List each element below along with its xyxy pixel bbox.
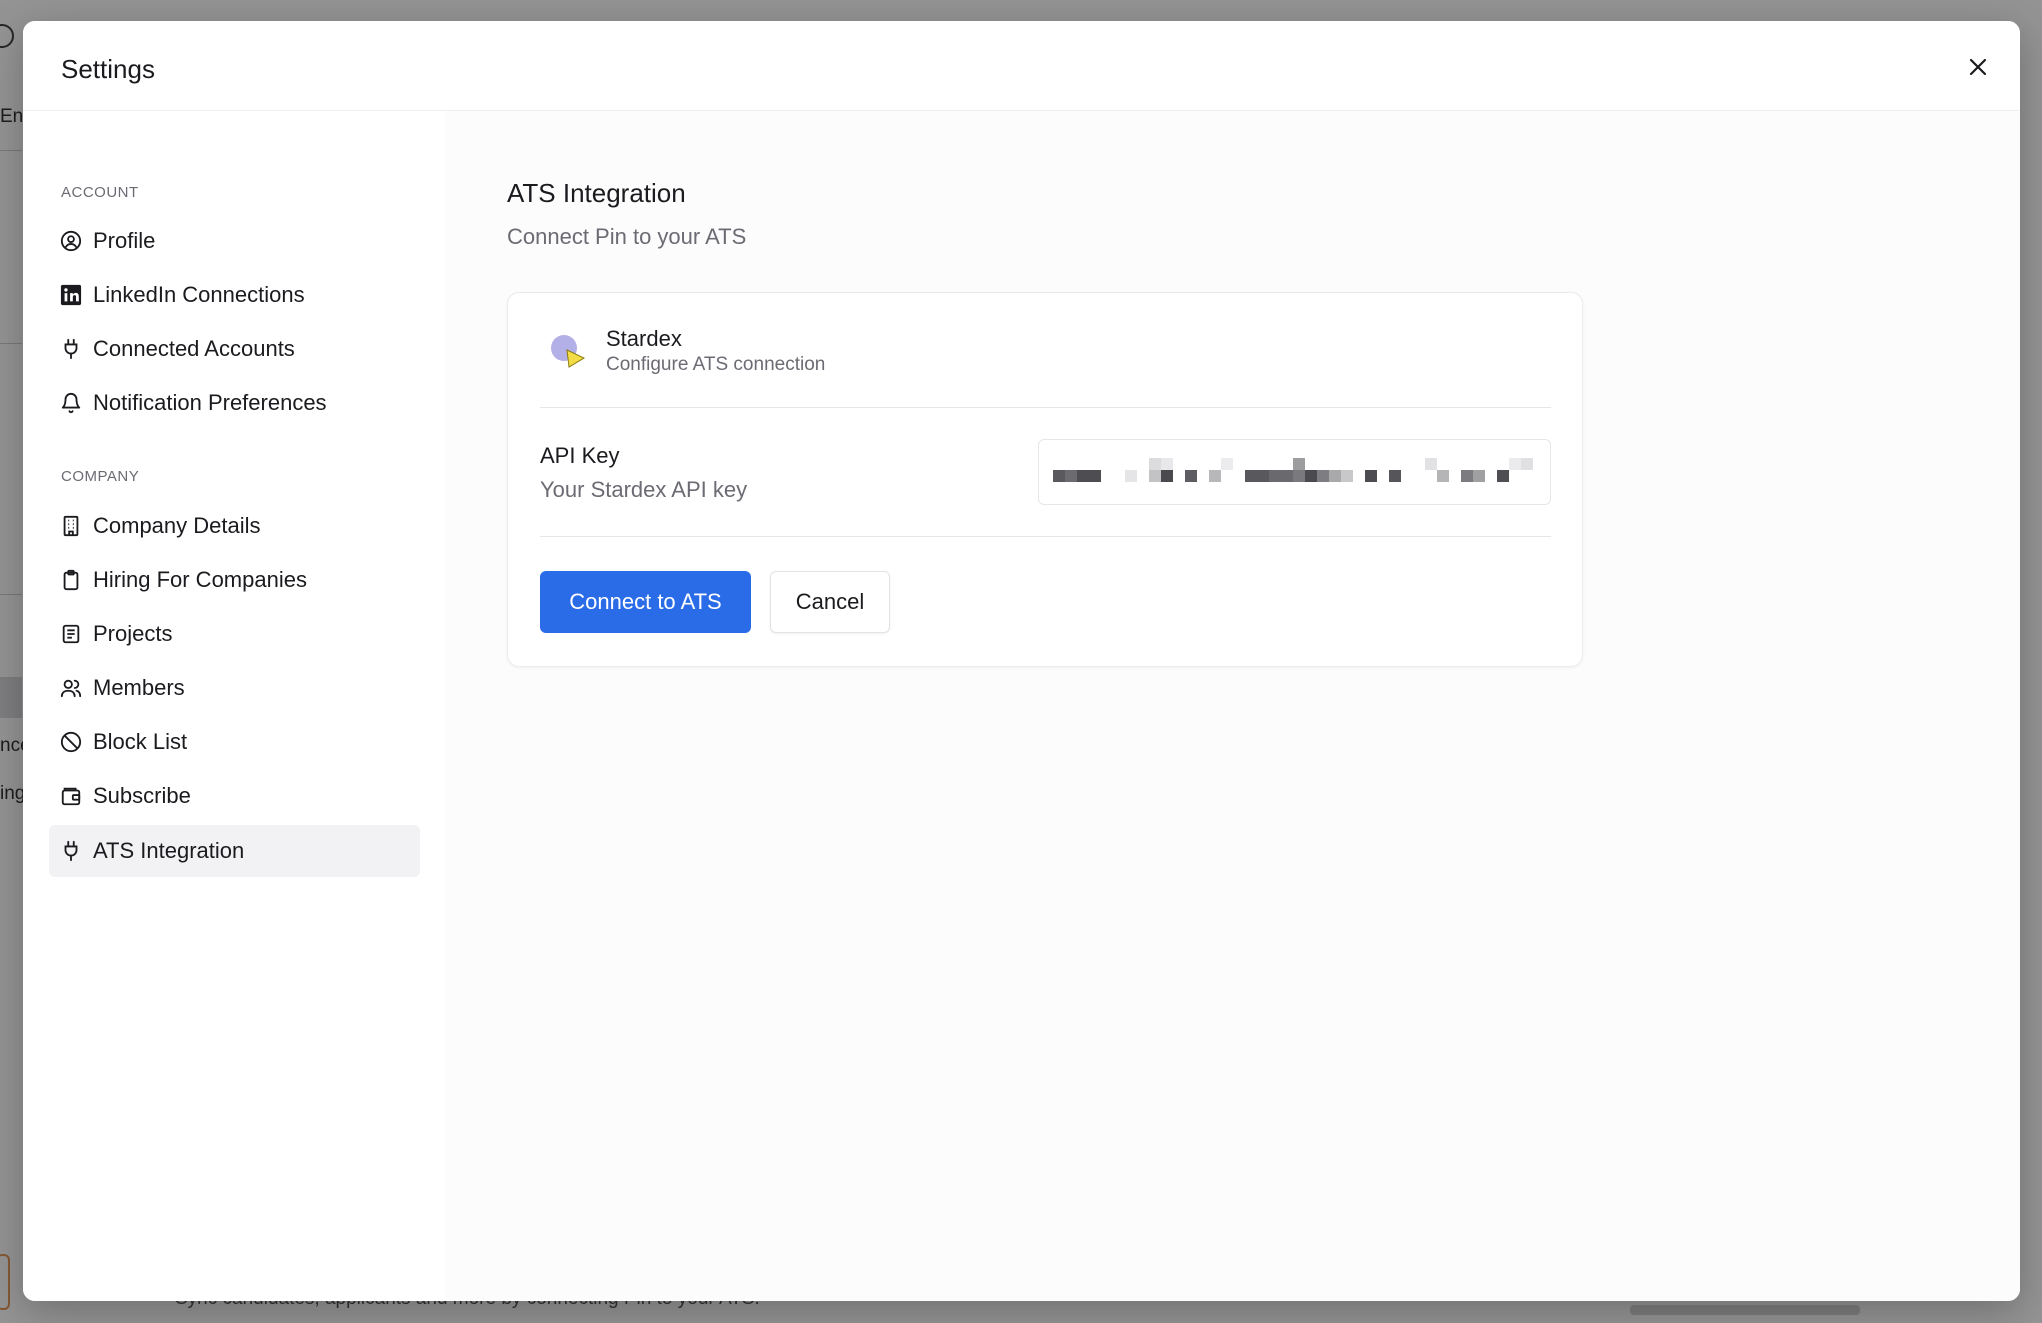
sidebar-item-label: Subscribe: [93, 783, 191, 808]
page-subtitle: Connect Pin to your ATS: [507, 224, 747, 249]
linkedin-icon: [59, 283, 83, 307]
sidebar-item-company-details[interactable]: Company Details: [49, 500, 420, 552]
sidebar-item-label: Notification Preferences: [93, 390, 327, 415]
sidebar-item-block-list[interactable]: Block List: [49, 716, 420, 768]
building-icon: [59, 514, 83, 538]
api-key-input[interactable]: [1039, 440, 1550, 504]
clipboard-icon: [59, 568, 83, 592]
plug-icon: [59, 839, 83, 863]
sidebar-item-label: Connected Accounts: [93, 336, 295, 361]
section-label-account: ACCOUNT: [61, 184, 139, 201]
divider: [540, 536, 1551, 537]
sidebar-item-connected-accounts[interactable]: Connected Accounts: [49, 323, 420, 375]
stardex-logo-icon: [551, 335, 586, 368]
divider: [540, 407, 1551, 408]
close-button[interactable]: [1960, 49, 1996, 85]
settings-modal: Settings ACCOUNT Profile LinkedIn Connec…: [23, 21, 2020, 1301]
user-circle-icon: [59, 229, 83, 253]
section-label-company: COMPANY: [61, 468, 140, 485]
sidebar-item-label: Profile: [93, 228, 156, 253]
sidebar-item-profile[interactable]: Profile: [49, 215, 420, 267]
sidebar-item-linkedin-connections[interactable]: LinkedIn Connections: [49, 269, 420, 321]
sidebar-item-label: LinkedIn Connections: [93, 282, 305, 307]
modal-title: Settings: [61, 54, 155, 84]
page-title: ATS Integration: [507, 178, 686, 208]
sidebar-item-label: Company Details: [93, 513, 261, 538]
wallet-icon: [59, 784, 83, 808]
sidebar-item-label: Block List: [93, 729, 188, 754]
provider-name: Stardex: [606, 326, 682, 351]
modal-header: Settings: [23, 21, 2020, 111]
sidebar-item-hiring-for-companies[interactable]: Hiring For Companies: [49, 554, 420, 606]
sidebar-item-notification-preferences[interactable]: Notification Preferences: [49, 377, 420, 429]
sidebar-item-members[interactable]: Members: [49, 662, 420, 714]
ats-integration-card: Stardex Configure ATS connection API Key…: [507, 292, 1583, 667]
sidebar-item-label: Members: [93, 675, 185, 700]
close-icon: [1969, 58, 1987, 76]
provider-description: Configure ATS connection: [606, 354, 826, 375]
list-icon: [59, 622, 83, 646]
settings-content: ATS Integration Connect Pin to your ATS …: [446, 111, 2020, 1301]
api-key-label: API Key: [540, 443, 620, 468]
settings-sidebar: ACCOUNT Profile LinkedIn Connections Con…: [23, 111, 446, 1301]
sidebar-item-label: ATS Integration: [93, 838, 245, 863]
cancel-button[interactable]: Cancel: [770, 571, 890, 633]
bell-icon: [59, 391, 83, 415]
sidebar-item-ats-integration[interactable]: ATS Integration: [49, 825, 420, 877]
sidebar-item-label: Hiring For Companies: [93, 567, 307, 592]
users-icon: [59, 676, 83, 700]
connect-to-ats-button[interactable]: Connect to ATS: [540, 571, 751, 633]
ban-icon: [59, 730, 83, 754]
api-key-help: Your Stardex API key: [540, 477, 748, 502]
sidebar-item-subscribe[interactable]: Subscribe: [49, 770, 420, 822]
plug-icon: [59, 337, 83, 361]
sidebar-item-label: Projects: [93, 621, 173, 646]
api-key-field[interactable]: [1038, 439, 1551, 505]
sidebar-item-projects[interactable]: Projects: [49, 608, 420, 660]
